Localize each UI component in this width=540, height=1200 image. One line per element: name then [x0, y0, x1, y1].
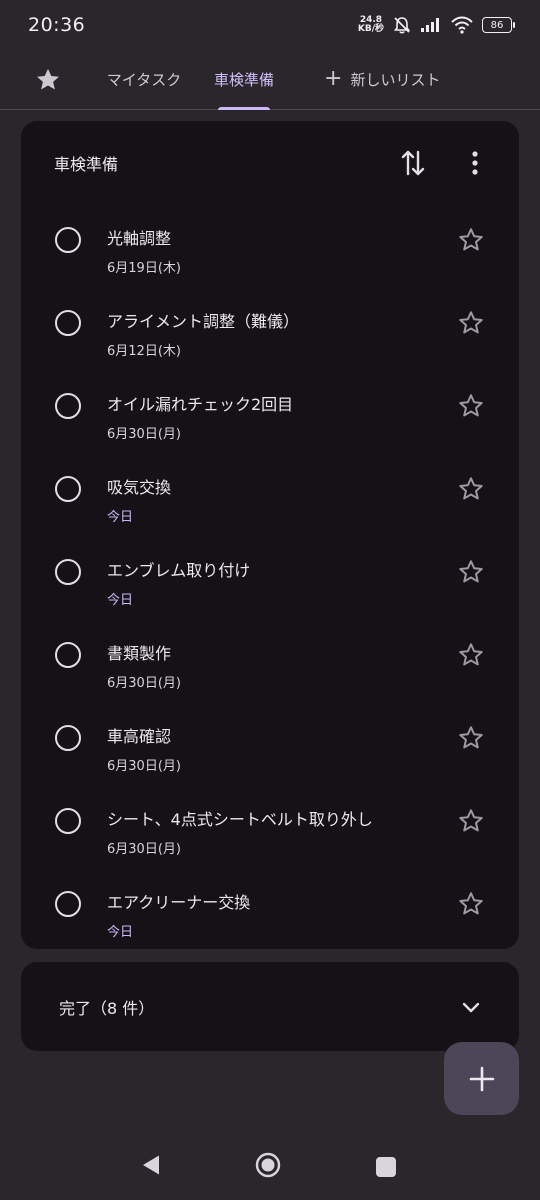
- task-item[interactable]: エアクリーナー交換 今日: [21, 869, 519, 952]
- task-item[interactable]: アライメント調整（難儀） 6月12日(木): [21, 288, 519, 371]
- battery-indicator: 86: [482, 17, 515, 33]
- network-speed: 24.8 KB/秒: [358, 16, 384, 34]
- completed-label: 完了（8 件）: [59, 998, 155, 1018]
- star-outline-icon[interactable]: [457, 641, 485, 669]
- task-item[interactable]: 書類製作 6月30日(月): [21, 620, 519, 703]
- star-outline-icon[interactable]: [457, 226, 485, 254]
- task-complete-checkbox[interactable]: [55, 393, 81, 419]
- task-due-date: 今日: [107, 925, 134, 940]
- more-vert-icon: [472, 151, 478, 175]
- task-complete-checkbox[interactable]: [55, 476, 81, 502]
- tab-new-list[interactable]: + 新しいリスト: [314, 50, 450, 110]
- task-due-date: 6月30日(月): [107, 842, 181, 857]
- task-due-date: 6月19日(木): [107, 261, 181, 276]
- task-complete-checkbox[interactable]: [55, 642, 81, 668]
- task-due-date: 6月12日(木): [107, 344, 181, 359]
- list-tabs: マイタスク 車検準備 + 新しいリスト: [0, 50, 540, 110]
- star-outline-icon[interactable]: [457, 724, 485, 752]
- task-complete-checkbox[interactable]: [55, 891, 81, 917]
- task-item[interactable]: エンブレム取り付け 今日: [21, 537, 519, 620]
- task-item[interactable]: シート、4点式シートベルト取り外し 6月30日(月): [21, 786, 519, 869]
- task-item[interactable]: 車高確認 6月30日(月): [21, 703, 519, 786]
- star-outline-icon[interactable]: [457, 475, 485, 503]
- task-complete-checkbox[interactable]: [55, 559, 81, 585]
- task-title[interactable]: 光軸調整: [107, 225, 171, 249]
- task-complete-checkbox[interactable]: [55, 808, 81, 834]
- task-title[interactable]: アライメント調整（難儀）: [107, 308, 299, 332]
- task-due-date: 6月30日(月): [107, 759, 181, 774]
- sort-icon: [401, 150, 425, 176]
- task-title[interactable]: 吸気交換: [107, 474, 171, 498]
- task-due-date: 今日: [107, 510, 134, 525]
- more-options-button[interactable]: [465, 149, 485, 177]
- tab-my-tasks[interactable]: マイタスク: [96, 50, 192, 110]
- status-icons: 24.8 KB/秒 86: [358, 15, 515, 35]
- recent-apps-icon[interactable]: [376, 1157, 396, 1177]
- add-task-button[interactable]: [444, 1042, 519, 1115]
- star-outline-icon[interactable]: [457, 392, 485, 420]
- task-item[interactable]: 吸気交換 今日: [21, 454, 519, 537]
- task-item[interactable]: オイル漏れチェック2回目 6月30日(月): [21, 371, 519, 454]
- task-complete-checkbox[interactable]: [55, 227, 81, 253]
- star-filled-icon: [37, 68, 59, 89]
- home-icon[interactable]: [255, 1152, 281, 1178]
- clock: 20:36: [28, 14, 86, 36]
- back-icon[interactable]: [141, 1154, 161, 1176]
- list-title: 車検準備: [54, 155, 119, 174]
- task-complete-checkbox[interactable]: [55, 725, 81, 751]
- wifi-icon: [451, 16, 473, 34]
- tab-starred[interactable]: [0, 50, 96, 110]
- signal-icon: [421, 18, 439, 32]
- plus-icon: +: [324, 65, 343, 91]
- system-nav-bar: [0, 1130, 540, 1200]
- task-due-date: 6月30日(月): [107, 427, 181, 442]
- task-due-date: 6月30日(月): [107, 676, 181, 691]
- network-speed-unit: KB/秒: [357, 24, 384, 34]
- plus-icon: [469, 1066, 494, 1091]
- sort-button[interactable]: [399, 147, 427, 179]
- task-title[interactable]: 書類製作: [107, 640, 171, 664]
- task-title[interactable]: エアクリーナー交換: [107, 889, 250, 913]
- star-outline-icon[interactable]: [457, 890, 485, 918]
- star-outline-icon[interactable]: [457, 309, 485, 337]
- star-outline-icon[interactable]: [457, 558, 485, 586]
- status-bar: 20:36 24.8 KB/秒 86: [0, 0, 540, 50]
- completed-section[interactable]: 完了（8 件）: [21, 962, 519, 1051]
- task-item[interactable]: 光軸調整 6月19日(木): [21, 205, 519, 288]
- chevron-down-icon[interactable]: [459, 995, 483, 1019]
- mute-icon: [393, 17, 411, 34]
- task-title[interactable]: シート、4点式シートベルト取り外し: [107, 806, 373, 830]
- task-complete-checkbox[interactable]: [55, 310, 81, 336]
- task-title[interactable]: エンブレム取り付け: [107, 557, 250, 581]
- task-due-date: 今日: [107, 593, 134, 608]
- tab-new-list-label: 新しいリスト: [350, 71, 441, 89]
- task-title[interactable]: 車高確認: [107, 723, 171, 747]
- tab-shaken-prep[interactable]: 車検準備: [204, 50, 284, 110]
- task-list-card: 車検準備 光軸調整 6月19日(木) アライメント調整（難儀） 6月12日(木): [21, 121, 519, 949]
- task-title[interactable]: オイル漏れチェック2回目: [107, 391, 293, 415]
- star-outline-icon[interactable]: [457, 807, 485, 835]
- list-header: 車検準備: [21, 121, 519, 205]
